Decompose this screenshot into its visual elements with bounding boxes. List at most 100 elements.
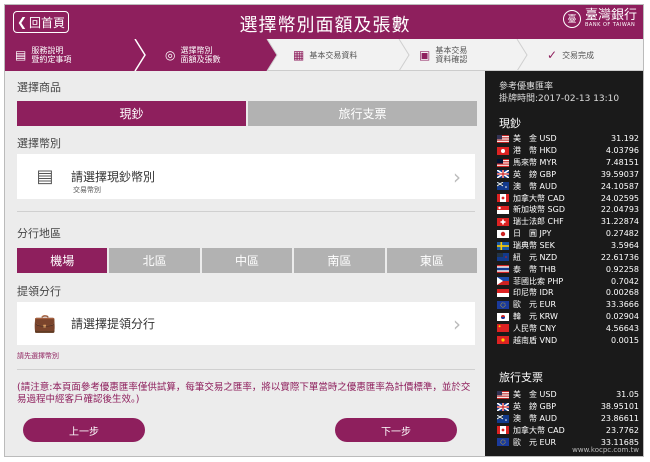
region-tab-airport[interactable]: 機場 — [17, 248, 108, 273]
bank-seal-icon: 臺 — [562, 9, 581, 28]
tc-row-ca: 加拿大幣 CAD 23.7762 — [497, 425, 639, 437]
cash-row-us: 美 金 USD 31.192 — [497, 133, 639, 145]
gb-flag-icon — [497, 170, 509, 179]
ca-flag-icon — [497, 426, 509, 435]
divider — [17, 211, 475, 212]
se-flag-icon — [497, 241, 509, 250]
product-option-cash[interactable]: 現鈔 — [17, 101, 246, 126]
branch-select[interactable]: 💼 請選擇提領分行 › — [17, 302, 475, 345]
tc-rates-header: 旅行支票 — [499, 371, 543, 384]
prev-button[interactable]: 上一步 — [23, 418, 145, 442]
currency-name: 泰 幣 THB — [513, 264, 556, 274]
step-label-line1: 選擇幣別 — [180, 46, 213, 55]
cash-row-vn: 越南盾 VND 0.0015 — [497, 334, 639, 346]
coins-icon: ◎ — [165, 47, 176, 62]
region-tab-east[interactable]: 東區 — [386, 248, 478, 273]
cash-row-cn: 人民幣 CNY 4.56643 — [497, 323, 639, 335]
cash-row-se: 瑞典幣 SEK 3.5964 — [497, 240, 639, 252]
region-section-label: 分行地區 — [17, 227, 61, 240]
eu-flag-icon — [497, 438, 509, 447]
rate-value: 0.92258 — [605, 264, 639, 274]
currency-name: 馬來幣 MYR — [513, 158, 557, 168]
rate-value: 0.27482 — [605, 229, 639, 239]
currency-name: 韓 元 KRW — [513, 312, 558, 322]
step-label-line1: 交易完成 — [562, 50, 595, 60]
currency-name: 美 金 USD — [513, 134, 557, 144]
cash-row-th: 泰 幣 THB 0.92258 — [497, 263, 639, 275]
currency-name: 英 鎊 GBP — [513, 402, 557, 412]
currency-section-label: 選擇幣別 — [17, 137, 61, 150]
cash-row-ch: 瑞士法郎 CHF 31.22874 — [497, 216, 639, 228]
cash-row-kr: 韓 元 KRW 0.02904 — [497, 311, 639, 323]
currency-name: 菲國比索 PHP — [513, 276, 564, 286]
rate-value: 0.0015 — [611, 335, 639, 345]
nz-flag-icon — [497, 253, 509, 262]
currency-name: 紐 元 NZD — [513, 252, 558, 262]
rate-value: 22.61736 — [600, 252, 639, 262]
rate-value: 39.59037 — [600, 169, 639, 179]
cash-row-nz: 紐 元 NZD 22.61736 — [497, 251, 639, 263]
currency-select[interactable]: ▤ 請選擇現鈔幣別 交易幣別 › — [17, 154, 475, 199]
bank-name-en: BANK OF TAIWAN — [584, 22, 636, 28]
rate-value: 3.5964 — [611, 241, 639, 251]
rate-timestamp: 掛牌時間:2017-02-13 13:10 — [499, 94, 620, 104]
id-flag-icon — [497, 288, 509, 297]
eu-flag-icon — [497, 300, 509, 309]
document-icon: ▤ — [15, 47, 27, 62]
product-option-travelers-cheque[interactable]: 旅行支票 — [248, 101, 477, 126]
au-flag-icon — [497, 414, 509, 423]
currency-name: 日 圓 JPY — [513, 229, 552, 239]
currency-name: 澳 幣 AUD — [513, 181, 558, 191]
currency-name: 印尼幣 IDR — [513, 288, 554, 298]
rate-notice: (請注意:本頁面參考優惠匯率僅供試算，每筆交易之匯率，將以實際下單當時之優惠匯率… — [17, 382, 471, 405]
product-section-label: 選擇商品 — [17, 81, 61, 94]
rate-value: 23.7762 — [605, 425, 639, 435]
currency-name: 瑞典幣 SEK — [513, 241, 555, 251]
currency-name: 歐 元 EUR — [513, 300, 557, 310]
cash-row-jp: 日 圓 JPY 0.27482 — [497, 228, 639, 240]
rate-value: 31.05 — [616, 390, 639, 400]
region-tab-south[interactable]: 南區 — [294, 248, 385, 273]
vn-flag-icon — [497, 336, 509, 345]
step-label-line2: 面額及張數 — [180, 55, 221, 64]
divider — [17, 369, 475, 370]
currency-name: 越南盾 VND — [513, 335, 558, 345]
cash-row-au: 澳 幣 AUD 24.10587 — [497, 180, 639, 192]
step-complete: ✓ 交易完成 — [547, 39, 594, 71]
cash-rates-header: 現鈔 — [499, 117, 521, 130]
rate-value: 0.02904 — [605, 312, 639, 322]
currency-name: 美 金 USD — [513, 390, 557, 400]
tc-rate-list: 美 金 USD 31.05 英 鎊 GBP 38.95101 澳 幣 AUD 23.866… — [497, 389, 639, 448]
rate-value: 31.22874 — [600, 217, 639, 227]
chevron-right-icon: › — [453, 164, 461, 189]
rate-value: 4.03796 — [605, 146, 639, 156]
cash-row-sg: 新加坡幣 SGD 22.04793 — [497, 204, 639, 216]
ch-flag-icon — [497, 217, 509, 226]
step-label-line2: 暨約定事項 — [31, 55, 72, 64]
progress-steps: ▤ 服務說明 暨約定事項 ◎ 選擇幣別 面額及張數 ▦ 基本交易資料 ▣ 基本交易資… — [5, 39, 643, 71]
cash-row-gb: 英 鎊 GBP 39.59037 — [497, 169, 639, 181]
tc-row-au: 澳 幣 AUD 23.86611 — [497, 413, 639, 425]
currency-select-placeholder: 請選擇現鈔幣別 — [71, 170, 156, 184]
rate-panel-title: 參考優惠匯率 — [499, 82, 554, 92]
region-tab-central[interactable]: 中區 — [201, 248, 293, 273]
rate-value: 31.192 — [611, 134, 639, 144]
us-flag-icon — [497, 134, 509, 143]
step-confirm: ▣ 基本交易 資料確認 — [419, 39, 467, 71]
next-button[interactable]: 下一步 — [335, 418, 457, 442]
rate-value: 33.3666 — [605, 300, 639, 310]
region-tab-north[interactable]: 北區 — [109, 248, 200, 273]
cash-row-my: 馬來幣 MYR 7.48151 — [497, 157, 639, 169]
step-label-line1: 基本交易 — [435, 46, 468, 55]
step-label-line1: 服務說明 — [31, 46, 64, 55]
rate-value: 38.95101 — [600, 402, 639, 412]
rate-value: 22.04793 — [600, 205, 639, 215]
branch-select-placeholder: 請選擇提領分行 — [71, 317, 156, 331]
step-label-line2: 資料確認 — [435, 55, 468, 64]
th-flag-icon — [497, 265, 509, 274]
currency-name: 澳 幣 AUD — [513, 414, 558, 424]
sg-flag-icon — [497, 205, 509, 214]
currency-name: 人民幣 CNY — [513, 323, 556, 333]
branch-section-label: 提領分行 — [17, 285, 61, 298]
currency-name: 瑞士法郎 CHF — [513, 217, 564, 227]
